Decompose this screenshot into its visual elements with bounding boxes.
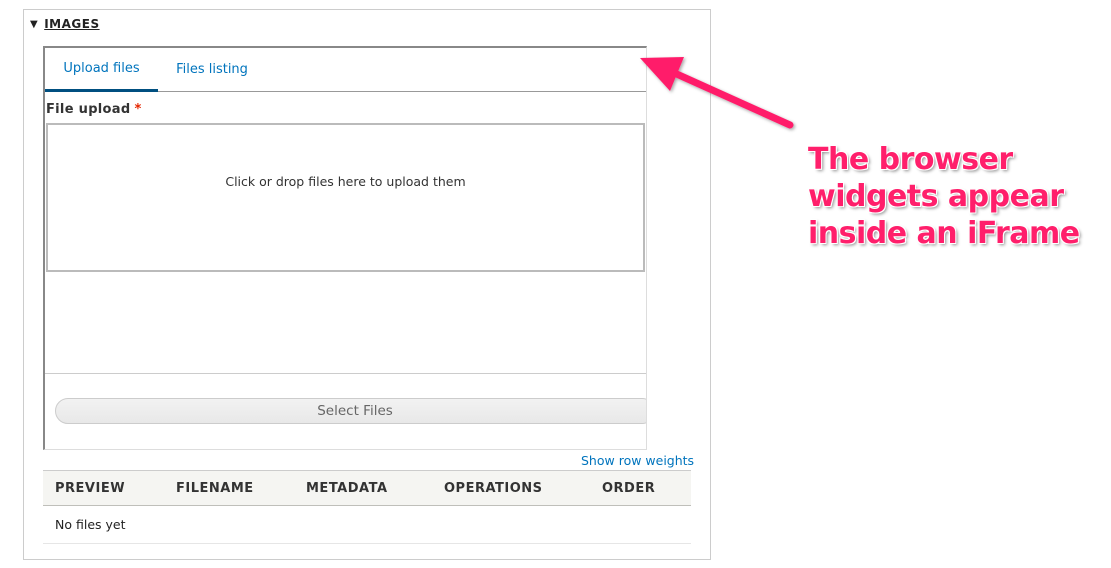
annotation-arrow-icon: [640, 57, 794, 129]
annotation-callout-text: The browser widgets appear inside an iFr…: [808, 142, 1080, 251]
